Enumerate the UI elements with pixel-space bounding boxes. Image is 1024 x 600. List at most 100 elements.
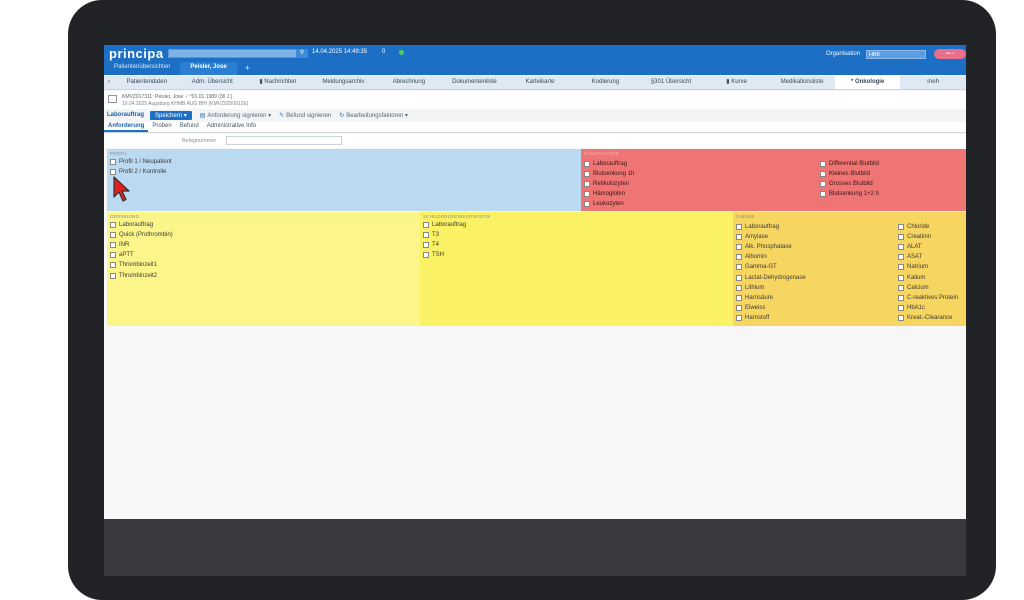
checkbox-option[interactable]: Retikulozyten — [581, 179, 634, 189]
patient-name[interactable]: KMVZ017311: Peisler, Jose ♂ *01.01.1989 … — [122, 94, 232, 100]
checkbox[interactable] — [820, 161, 826, 168]
checkbox-option[interactable]: Laborauftrag — [581, 159, 634, 169]
nav-tab-kurve[interactable]: ▮ Kurve — [704, 76, 770, 89]
checkbox-option[interactable]: Grosses Blutbild — [817, 179, 879, 189]
checkbox-option[interactable]: Amylase — [733, 232, 806, 242]
nav-tab-dokumentenliste[interactable]: Dokumentenliste — [442, 76, 508, 89]
checkbox[interactable] — [820, 181, 826, 188]
sign-request-button[interactable]: ▤ Anforderung signieren ▾ — [200, 112, 271, 119]
checkbox-option[interactable]: Creatinin — [895, 232, 958, 242]
checkbox-option[interactable]: Kalium — [895, 272, 958, 282]
checkbox[interactable] — [898, 314, 904, 321]
checkbox-option[interactable]: Profil 1 / Neupatient — [107, 157, 581, 167]
checkbox[interactable] — [110, 232, 116, 239]
checkbox-option[interactable]: ASAT — [895, 252, 958, 262]
checkbox[interactable] — [736, 264, 742, 271]
nav-tab-abrechnung[interactable]: Abrechnung — [376, 76, 442, 89]
nav-tab-patientendaten[interactable]: Patientendaten — [114, 76, 180, 89]
checkbox-option[interactable]: Harnsäure — [733, 293, 806, 303]
checkbox[interactable] — [898, 284, 904, 291]
checkbox-option[interactable]: Blutsenkung 1+2 h — [817, 189, 879, 199]
checkbox-option[interactable]: Eiweiss — [733, 303, 806, 313]
belegnummer-input[interactable] — [226, 136, 342, 145]
checkbox-option[interactable]: T4 — [420, 240, 733, 250]
checkbox[interactable] — [898, 254, 904, 261]
checkbox-option[interactable]: Profil 2 / Kontrolle — [107, 167, 581, 177]
checkbox[interactable] — [584, 191, 590, 198]
checkbox-option[interactable]: aPTT — [107, 250, 420, 260]
checkbox[interactable] — [584, 161, 590, 168]
tab-befund[interactable]: Befund — [176, 122, 203, 132]
status-button[interactable]: ↻ Bearbeitungsfaktoren ▾ — [339, 112, 408, 119]
chevron-left-icon[interactable]: ‹ — [104, 76, 114, 89]
nav-tab-301-uebersicht[interactable]: §301 Übersicht — [638, 76, 704, 89]
checkbox[interactable] — [820, 191, 826, 198]
checkbox[interactable] — [898, 304, 904, 311]
checkbox-option[interactable]: Thrombinzeit2 — [107, 270, 420, 280]
save-button[interactable]: Speichern ▾ — [150, 110, 192, 120]
checkbox-option[interactable]: Laborauftrag — [420, 220, 733, 230]
checkbox-option[interactable]: HbA1c — [895, 303, 958, 313]
nav-tab-meldungsarchiv[interactable]: Meldungsarchiv — [311, 76, 377, 89]
tab-anforderung[interactable]: Anforderung — [104, 122, 149, 132]
checkbox-option[interactable]: Natrium — [895, 262, 958, 272]
checkbox-option[interactable]: Laborauftrag — [107, 220, 420, 230]
checkbox-option[interactable]: Kreat.-Clearance — [895, 313, 958, 323]
checkbox-option[interactable]: TSH — [420, 250, 733, 260]
checkbox[interactable] — [736, 234, 742, 241]
checkbox-option[interactable]: Chloride — [895, 222, 958, 232]
checkbox[interactable] — [736, 284, 742, 291]
checkbox[interactable] — [584, 201, 590, 208]
checkbox[interactable] — [423, 252, 429, 259]
checkbox-option[interactable]: INR — [107, 240, 420, 250]
nav-tab-adm-uebersicht[interactable]: Adm. Übersicht — [180, 76, 246, 89]
checkbox-option[interactable]: Laborauftrag — [733, 222, 806, 232]
tab-administrative-info[interactable]: Administrative Info — [203, 122, 260, 132]
nav-tab-nachrichten[interactable]: ▮ Nachrichten — [245, 76, 311, 89]
checkbox[interactable] — [423, 222, 429, 229]
notification-count[interactable]: 0 — [382, 49, 385, 55]
checkbox[interactable] — [898, 274, 904, 281]
checkbox-option[interactable]: Gamma-GT — [733, 262, 806, 272]
checkbox[interactable] — [820, 171, 826, 178]
checkbox[interactable] — [584, 171, 590, 178]
checkbox-option[interactable]: Hämoglobin — [581, 189, 634, 199]
add-tab-button[interactable]: + — [237, 62, 258, 75]
checkbox[interactable] — [736, 224, 742, 231]
checkbox[interactable] — [110, 252, 116, 259]
checkbox[interactable] — [736, 274, 742, 281]
sign-result-button[interactable]: ✎ Befund signieren — [279, 112, 331, 119]
checkbox[interactable] — [736, 254, 742, 261]
checkbox-option[interactable]: Blutsenkung 1h — [581, 169, 634, 179]
checkbox[interactable] — [423, 242, 429, 249]
checkbox[interactable] — [898, 224, 904, 231]
tab-proben[interactable]: Proben — [148, 122, 175, 132]
search-icon[interactable]: ⚲ — [296, 49, 308, 58]
checkbox[interactable] — [898, 234, 904, 241]
checkbox[interactable] — [736, 244, 742, 251]
checkbox-option[interactable]: Quick (Prothrombin) — [107, 230, 420, 240]
checkbox[interactable] — [110, 222, 116, 229]
organisation-select[interactable]: HBK — [866, 50, 926, 59]
checkbox[interactable] — [898, 264, 904, 271]
checkbox-option[interactable]: Differential Blutbild — [817, 159, 879, 169]
checkbox[interactable] — [898, 294, 904, 301]
checkbox-option[interactable]: Thrombinzeit1 — [107, 260, 420, 270]
checkbox[interactable] — [423, 232, 429, 239]
nav-tab-onkologie[interactable]: * Onkologie — [834, 76, 901, 89]
checkbox-option[interactable]: Leukozyten — [581, 199, 634, 209]
user-avatar[interactable]: ••• • — [934, 49, 966, 59]
nav-tab-medikationsliste[interactable]: Medikationsliste — [769, 76, 835, 89]
checkbox[interactable] — [736, 304, 742, 311]
checkbox-option[interactable]: Alk. Phosphatase — [733, 242, 806, 252]
checkbox[interactable] — [110, 272, 116, 279]
checkbox[interactable] — [110, 159, 116, 166]
nav-tab-karteikarte[interactable]: Karteikarte — [507, 76, 573, 89]
checkbox-option[interactable]: T3 — [420, 230, 733, 240]
checkbox[interactable] — [898, 244, 904, 251]
checkbox-option[interactable]: Albumin — [733, 252, 806, 262]
tab-patient[interactable]: Peisler, Jose — [180, 62, 237, 75]
checkbox-option[interactable]: Lactat-Dehydrogenase — [733, 272, 806, 282]
checkbox-option[interactable]: ALAT — [895, 242, 958, 252]
checkbox[interactable] — [736, 314, 742, 321]
